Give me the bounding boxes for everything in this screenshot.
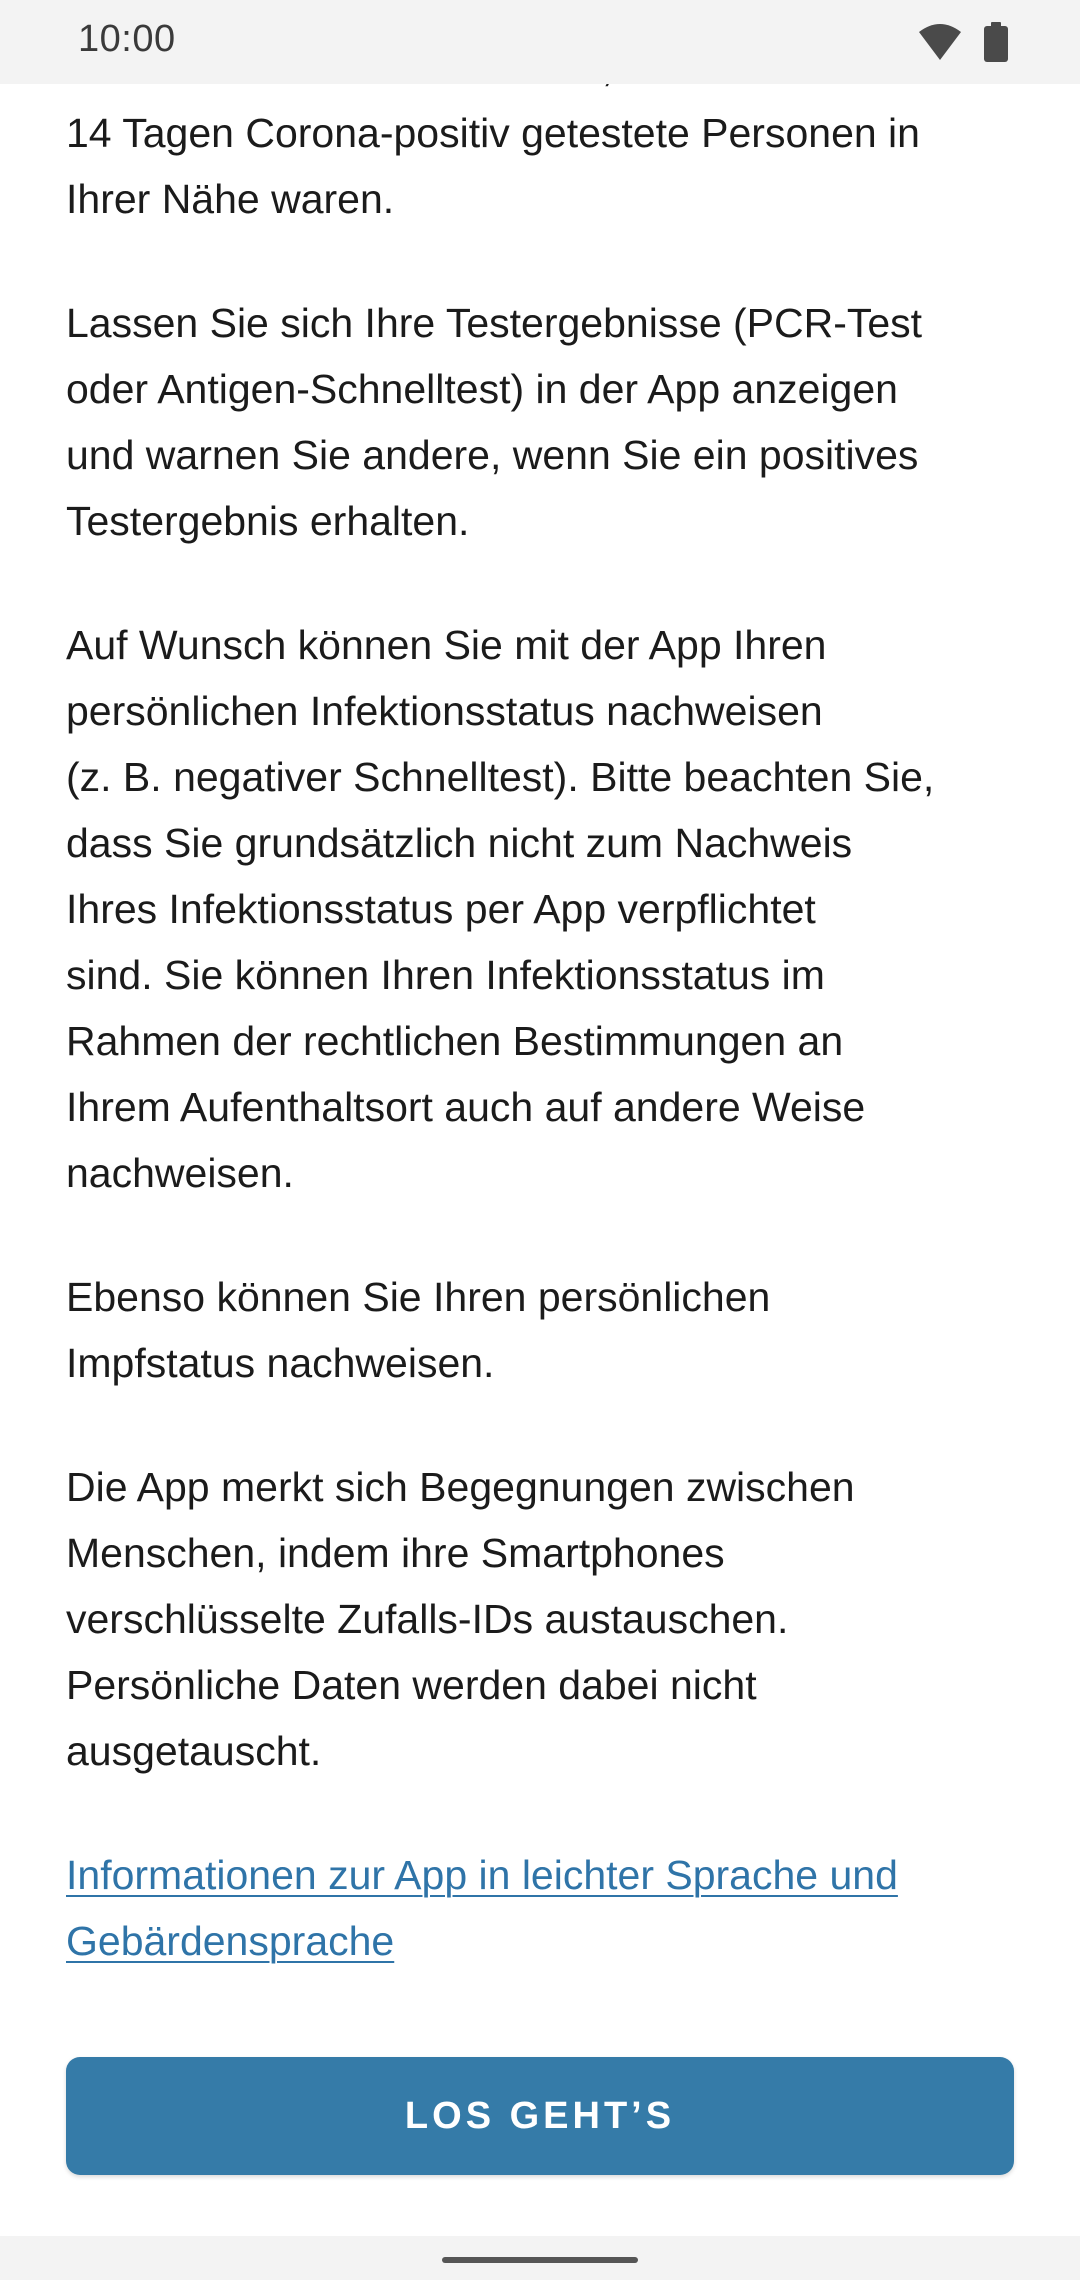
status-icons: [918, 22, 1008, 62]
paragraph-infection-status: Auf Wunsch können Sie mit der App Ihren …: [66, 622, 935, 1196]
paragraph-test-results: Lassen Sie sich Ihre Testergebnisse (PCR…: [66, 300, 923, 544]
wifi-icon: [919, 24, 961, 60]
paragraph-risk-status: 14 Tagen Corona-positiv getestete Person…: [66, 110, 920, 222]
onboarding-screen: Risikostatus und erfahren Sie, ob in den…: [0, 0, 1080, 2280]
lets-go-button[interactable]: LOS GEHT’S: [66, 2057, 1014, 2175]
status-time: 10:00: [78, 18, 176, 60]
onboarding-text-content: Risikostatus und erfahren Sie, ob in den…: [66, 34, 1016, 1974]
battery-icon: [984, 22, 1008, 62]
easy-language-info-link[interactable]: Informationen zur App in leichter Sprach…: [66, 1842, 1016, 1974]
paragraph-vaccination-status: Ebenso können Sie Ihren persönlichen Imp…: [66, 1274, 771, 1386]
paragraph-random-ids: Die App merkt sich Begegnungen zwischen …: [66, 1464, 855, 1774]
status-bar: 10:00: [0, 0, 1080, 84]
home-indicator[interactable]: [442, 2257, 638, 2263]
navigation-bar: [0, 2236, 1080, 2280]
